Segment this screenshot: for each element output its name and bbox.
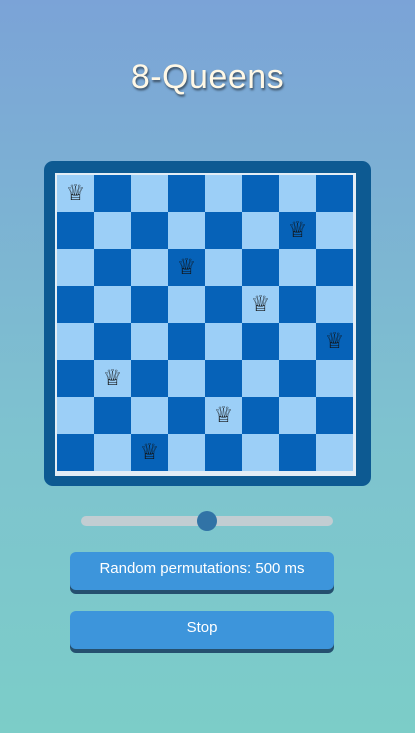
board-square[interactable]	[94, 434, 131, 471]
board-square[interactable]: ♕	[316, 323, 353, 360]
board-square[interactable]	[279, 434, 316, 471]
board-square[interactable]	[94, 397, 131, 434]
board-square[interactable]	[205, 434, 242, 471]
board-square[interactable]	[205, 286, 242, 323]
board-square[interactable]	[168, 434, 205, 471]
board-square[interactable]	[57, 212, 94, 249]
board-square[interactable]	[57, 434, 94, 471]
board-square[interactable]	[131, 249, 168, 286]
board-square[interactable]	[57, 397, 94, 434]
board-square[interactable]	[57, 249, 94, 286]
board-square[interactable]	[131, 360, 168, 397]
queen-icon: ♕	[176, 254, 197, 280]
board-square[interactable]	[131, 175, 168, 212]
board-square[interactable]	[168, 360, 205, 397]
board-square[interactable]	[57, 323, 94, 360]
queen-icon: ♕	[250, 291, 271, 317]
board-square[interactable]	[316, 360, 353, 397]
board-square[interactable]	[94, 286, 131, 323]
board-square[interactable]	[316, 286, 353, 323]
board-square[interactable]	[279, 323, 316, 360]
board-square[interactable]	[279, 249, 316, 286]
board-square[interactable]: ♕	[131, 434, 168, 471]
board-square[interactable]	[316, 249, 353, 286]
board-square[interactable]	[242, 249, 279, 286]
board-square[interactable]	[242, 212, 279, 249]
board-square[interactable]: ♕	[242, 286, 279, 323]
board-square[interactable]	[279, 175, 316, 212]
random-permutations-button[interactable]: Random permutations: 500 ms	[70, 552, 334, 590]
board-square[interactable]	[242, 360, 279, 397]
queen-icon: ♕	[324, 328, 345, 354]
chessboard-border: ♕ ♕ ♕ ♕ ♕ ♕ ♕ ♕	[55, 173, 356, 476]
board-square[interactable]: ♕	[94, 360, 131, 397]
board-square[interactable]	[242, 323, 279, 360]
board-square[interactable]	[205, 212, 242, 249]
queen-icon: ♕	[139, 439, 160, 465]
stop-button[interactable]: Stop	[70, 611, 334, 649]
board-square[interactable]	[316, 212, 353, 249]
page-title: 8-Queens	[130, 58, 285, 96]
board-square[interactable]	[57, 286, 94, 323]
board-square[interactable]	[131, 212, 168, 249]
board-square[interactable]	[316, 434, 353, 471]
chessboard: ♕ ♕ ♕ ♕ ♕ ♕ ♕ ♕	[57, 175, 353, 471]
board-square[interactable]	[168, 212, 205, 249]
board-square[interactable]	[205, 360, 242, 397]
board-square[interactable]	[168, 286, 205, 323]
queen-icon: ♕	[65, 180, 86, 206]
board-square[interactable]	[168, 397, 205, 434]
board-square[interactable]	[94, 249, 131, 286]
board-square[interactable]	[279, 360, 316, 397]
board-square[interactable]	[205, 175, 242, 212]
queen-icon: ♕	[287, 217, 308, 243]
board-square[interactable]	[279, 397, 316, 434]
board-square[interactable]	[168, 175, 205, 212]
board-square[interactable]	[94, 175, 131, 212]
queen-icon: ♕	[102, 365, 123, 391]
speed-slider-thumb[interactable]	[197, 511, 217, 531]
board-square[interactable]	[168, 323, 205, 360]
board-square[interactable]	[242, 175, 279, 212]
board-square[interactable]	[94, 323, 131, 360]
board-square[interactable]	[94, 212, 131, 249]
board-square[interactable]	[131, 286, 168, 323]
chessboard-frame: ♕ ♕ ♕ ♕ ♕ ♕ ♕ ♕	[44, 161, 371, 486]
board-square[interactable]: ♕	[205, 397, 242, 434]
board-square[interactable]	[131, 397, 168, 434]
board-square[interactable]	[242, 397, 279, 434]
board-square[interactable]	[316, 175, 353, 212]
board-square[interactable]	[131, 323, 168, 360]
board-square[interactable]	[205, 323, 242, 360]
board-square[interactable]	[205, 249, 242, 286]
board-square[interactable]	[57, 360, 94, 397]
board-square[interactable]: ♕	[57, 175, 94, 212]
board-square[interactable]	[316, 397, 353, 434]
board-square[interactable]: ♕	[168, 249, 205, 286]
board-square[interactable]: ♕	[279, 212, 316, 249]
board-square[interactable]	[279, 286, 316, 323]
queen-icon: ♕	[213, 402, 234, 428]
speed-slider[interactable]	[81, 511, 333, 531]
board-square[interactable]	[242, 434, 279, 471]
